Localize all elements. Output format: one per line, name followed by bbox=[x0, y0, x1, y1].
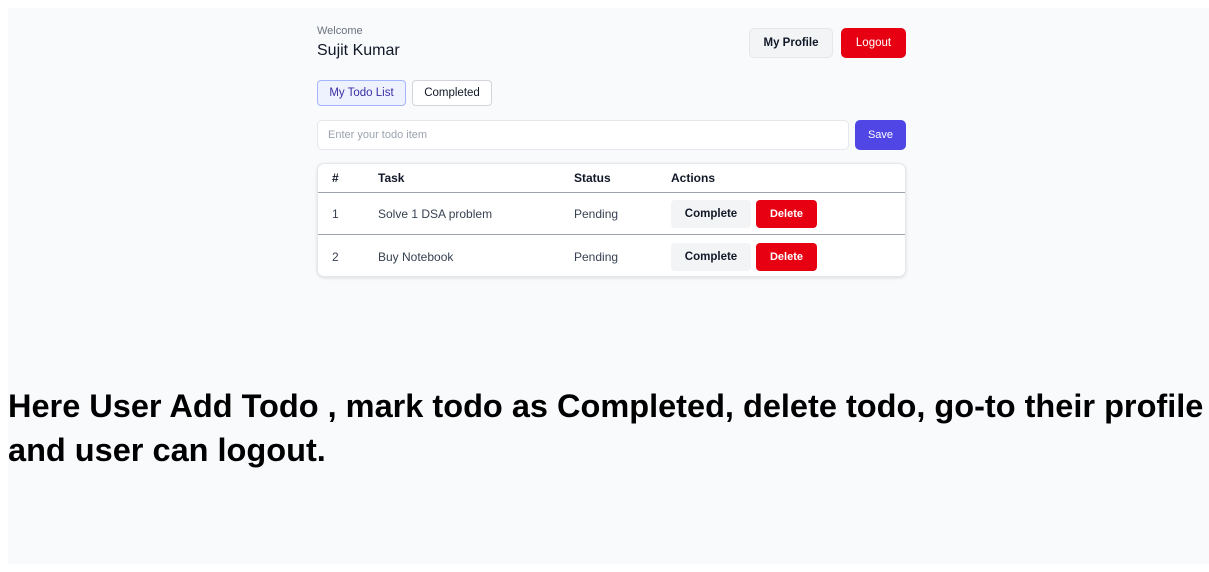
complete-button[interactable]: Complete bbox=[671, 243, 751, 271]
row-status: Pending bbox=[574, 250, 619, 264]
logout-button[interactable]: Logout bbox=[841, 28, 906, 58]
row-number: 2 bbox=[332, 250, 339, 264]
tab-completed[interactable]: Completed bbox=[412, 80, 492, 106]
todo-input[interactable] bbox=[317, 120, 849, 150]
row-task: Buy Notebook bbox=[378, 250, 454, 264]
row-number: 1 bbox=[332, 206, 339, 221]
save-button[interactable]: Save bbox=[855, 120, 906, 150]
welcome-label: Welcome bbox=[317, 25, 363, 37]
table-header-row: # Task Status Actions bbox=[318, 164, 905, 193]
row-task: Solve 1 DSA problem bbox=[378, 206, 493, 221]
caption-text: Here User Add Todo , mark todo as Comple… bbox=[8, 388, 1204, 468]
table-row: 2 Buy Notebook Pending Complete Delete bbox=[318, 236, 905, 276]
my-profile-button[interactable]: My Profile bbox=[749, 28, 833, 58]
screenshot-frame: Welcome Sujit Kumar My Profile Logout My… bbox=[8, 8, 1209, 564]
todo-table: # Task Status Actions 1 Solve 1 DSA prob… bbox=[317, 163, 906, 277]
column-header-task: Task bbox=[378, 171, 405, 185]
table-row: 1 Solve 1 DSA problem Pending Complete D… bbox=[318, 193, 905, 235]
row-actions: Complete Delete bbox=[671, 236, 817, 276]
column-header-status: Status bbox=[574, 171, 611, 185]
column-header-number: # bbox=[332, 171, 339, 185]
tab-my-todo-list[interactable]: My Todo List bbox=[317, 80, 406, 106]
complete-button[interactable]: Complete bbox=[671, 199, 751, 228]
user-name: Sujit Kumar bbox=[317, 42, 400, 59]
delete-button[interactable]: Delete bbox=[756, 199, 817, 228]
column-header-actions: Actions bbox=[671, 171, 716, 185]
delete-button[interactable]: Delete bbox=[756, 243, 817, 271]
row-actions: Complete Delete bbox=[671, 193, 817, 234]
row-status: Pending bbox=[574, 206, 619, 221]
